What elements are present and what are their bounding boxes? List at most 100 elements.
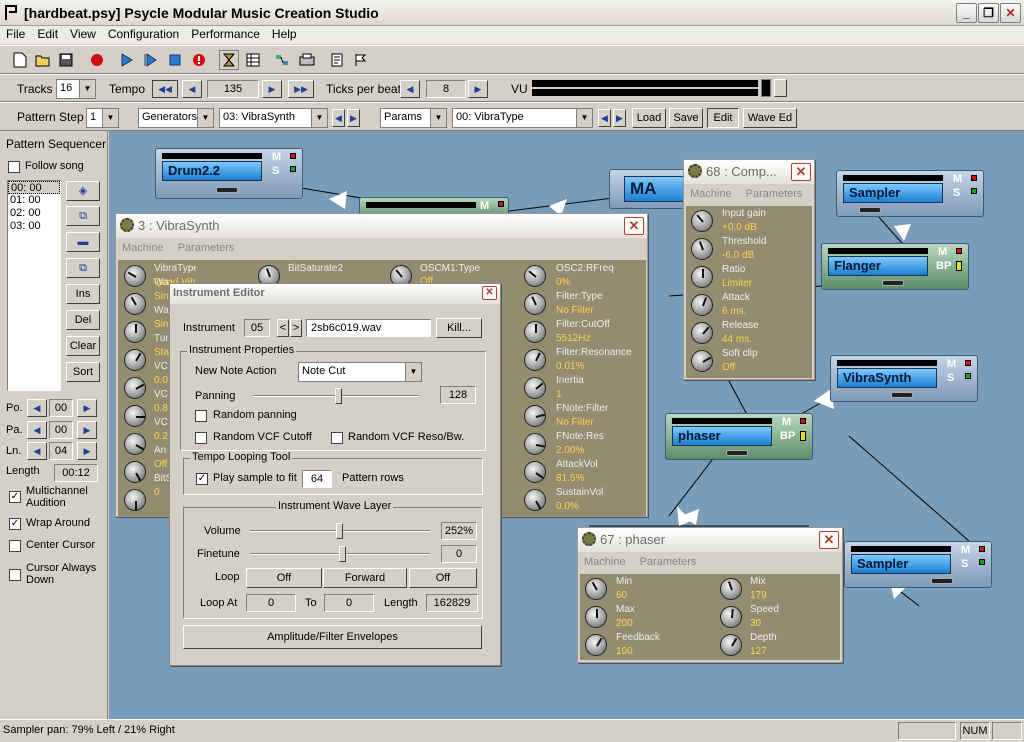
parameter-knob[interactable] [124, 489, 146, 511]
ln-increase-button[interactable]: ▶ [77, 442, 97, 460]
parameter-knob[interactable] [124, 433, 146, 455]
slider-thumb[interactable] [339, 546, 346, 562]
parameter-knob[interactable] [124, 405, 146, 427]
solo-button[interactable]: S [953, 187, 960, 199]
parameter-knob[interactable] [524, 489, 546, 511]
mute-button[interactable]: M [961, 544, 970, 556]
instrument-icon[interactable] [297, 50, 317, 70]
tpb-decrease-button[interactable]: ◀ [400, 80, 420, 98]
parameter-knob[interactable] [691, 238, 713, 260]
increase-pattern-button[interactable]: ⧉ [66, 258, 100, 278]
close-icon[interactable]: ✕ [791, 163, 811, 181]
pan-slider[interactable] [726, 450, 748, 456]
loop-forward-button[interactable]: Forward [323, 568, 407, 588]
tab-parameters[interactable]: Parameters [746, 188, 803, 200]
random-panning-checkbox[interactable] [195, 410, 207, 422]
ln-decrease-button[interactable]: ◀ [27, 442, 47, 460]
maximize-button[interactable]: ❐ [978, 3, 999, 23]
parameter-knob[interactable] [524, 321, 546, 343]
close-icon[interactable]: ✕ [482, 286, 497, 300]
open-folder-icon[interactable] [33, 50, 53, 70]
pa-decrease-button[interactable]: ◀ [27, 421, 47, 439]
mute-button[interactable]: M [480, 200, 489, 212]
menu-view[interactable]: View [64, 26, 102, 41]
tab-parameters[interactable]: Parameters [178, 242, 235, 254]
pattern-step-combo[interactable]: 1 ▼ [86, 108, 119, 128]
pattern-rows-input[interactable]: 64 [302, 470, 332, 488]
parameter-knob[interactable] [524, 349, 546, 371]
settings-doc-icon[interactable] [327, 50, 347, 70]
prev-param-button[interactable]: ◀ [598, 109, 611, 127]
tempo-decrease-10-button[interactable]: ◀◀ [152, 80, 178, 98]
panic-icon[interactable] [189, 50, 209, 70]
wrap-around-checkbox[interactable]: ✓ [9, 518, 21, 530]
new-file-icon[interactable] [10, 50, 30, 70]
mute-button[interactable]: M [782, 416, 791, 428]
mute-button[interactable]: M [272, 151, 281, 163]
generators-combo[interactable]: Generators ▼ [138, 108, 214, 128]
parameter-knob[interactable] [691, 322, 713, 344]
panning-slider[interactable] [253, 388, 419, 404]
save-button[interactable]: Save [669, 108, 703, 128]
sort-button[interactable]: Sort [66, 362, 100, 382]
pan-slider[interactable] [859, 207, 881, 213]
machine-sampler-1[interactable]: Sampler M S [836, 170, 984, 217]
tab-machine[interactable]: Machine [584, 556, 626, 568]
sequence-item[interactable]: 03: 00 [8, 220, 60, 233]
po-decrease-button[interactable]: ◀ [27, 399, 47, 417]
wave-name-input[interactable]: 2sb6c019.wav [306, 319, 431, 337]
play-from-start-icon[interactable] [141, 50, 161, 70]
nna-combo[interactable]: Note Cut ▼ [298, 362, 422, 382]
machines-icon[interactable] [272, 50, 292, 70]
loop-off-button-2[interactable]: Off [409, 568, 477, 588]
parameter-knob[interactable] [124, 293, 146, 315]
edit-button[interactable]: Edit [707, 108, 739, 128]
parameter-knob[interactable] [720, 606, 742, 628]
parameter-knob[interactable] [124, 321, 146, 343]
parameter-knob[interactable] [524, 265, 546, 287]
menu-edit[interactable]: Edit [31, 26, 64, 41]
next-param-button[interactable]: ▶ [613, 109, 626, 127]
finetune-slider[interactable] [250, 546, 430, 562]
mute-button[interactable]: M [953, 173, 962, 185]
play-sample-fit-checkbox[interactable]: ✓ [196, 473, 208, 485]
parameter-knob[interactable] [720, 578, 742, 600]
bypass-button[interactable]: BP [780, 430, 795, 442]
pan-slider[interactable] [216, 187, 238, 193]
decrease-pattern-button[interactable]: ▬ [66, 232, 100, 252]
next-machine-button[interactable]: ▶ [347, 109, 360, 127]
close-icon[interactable]: ✕ [819, 531, 839, 549]
parameter-knob[interactable] [691, 294, 713, 316]
slider-thumb[interactable] [336, 523, 343, 539]
sequence-item[interactable]: 02: 00 [8, 207, 60, 220]
random-vcf-cutoff-checkbox[interactable] [195, 432, 207, 444]
parameter-knob[interactable] [691, 210, 713, 232]
menu-help[interactable]: Help [266, 26, 303, 41]
add-pattern-button[interactable]: ◈ [66, 181, 100, 201]
tempo-increase-10-button[interactable]: ▶▶ [288, 80, 314, 98]
mute-button[interactable]: M [938, 246, 947, 258]
envelopes-button[interactable]: Amplitude/Filter Envelopes [183, 625, 482, 649]
menu-performance[interactable]: Performance [185, 26, 266, 41]
mute-button[interactable]: M [947, 358, 956, 370]
next-instrument-button[interactable]: > [290, 319, 302, 337]
sequence-item-selected[interactable]: 00: 00 [8, 181, 60, 194]
tempo-decrease-button[interactable]: ◀ [182, 80, 202, 98]
clear-button[interactable]: Clear [66, 336, 100, 356]
record-icon[interactable] [87, 50, 107, 70]
tempo-increase-button[interactable]: ▶ [262, 80, 282, 98]
parameter-knob[interactable] [524, 293, 546, 315]
tab-machine[interactable]: Machine [122, 242, 164, 254]
multichannel-checkbox[interactable]: ✓ [9, 491, 21, 503]
pa-increase-button[interactable]: ▶ [77, 421, 97, 439]
machine-vibrasynth[interactable]: VibraSynth M S [830, 355, 978, 402]
wave-editor-button[interactable]: Wave Ed [743, 108, 797, 128]
minimize-button[interactable]: _ [956, 3, 977, 23]
hourglass-icon[interactable] [219, 50, 239, 70]
prev-instrument-button[interactable]: < [277, 319, 289, 337]
tab-machine[interactable]: Machine [690, 188, 732, 200]
cursor-down-checkbox[interactable] [9, 569, 21, 581]
play-icon[interactable] [117, 50, 137, 70]
pan-slider[interactable] [882, 280, 904, 286]
tracks-combo[interactable]: 16 ▼ [56, 79, 96, 99]
